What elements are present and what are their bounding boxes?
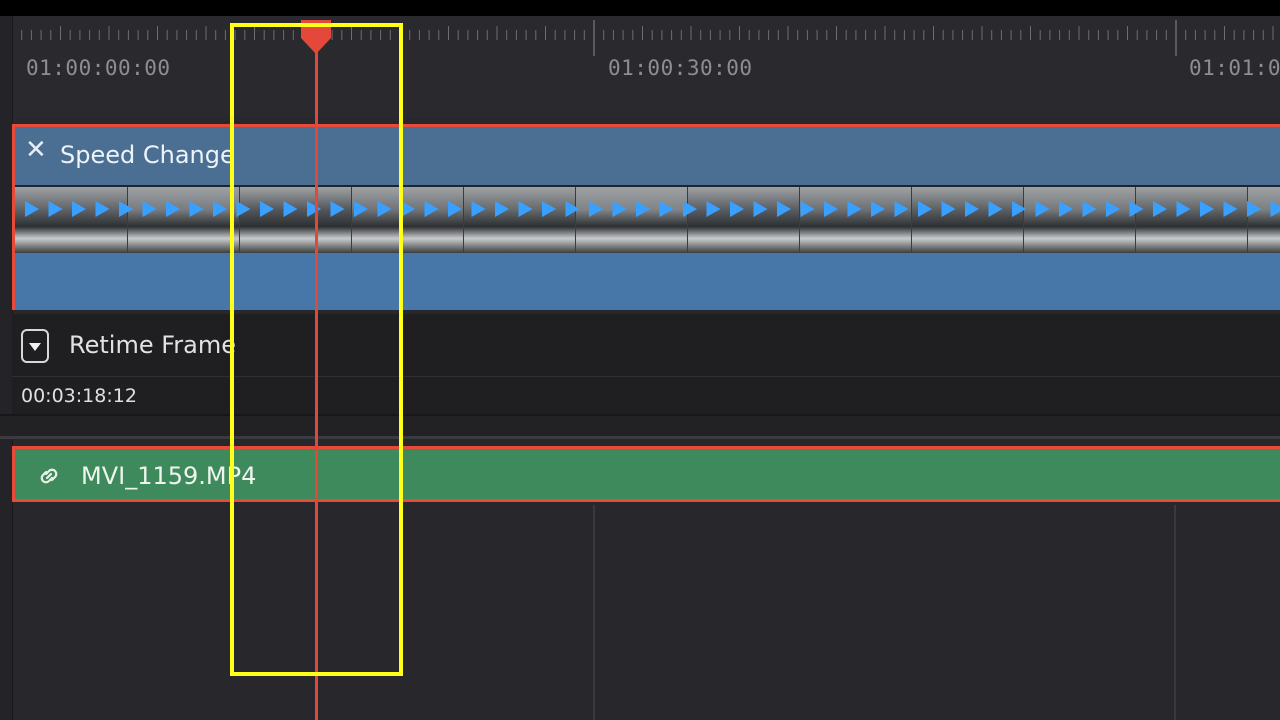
speed-arrow xyxy=(565,201,580,217)
speed-arrow xyxy=(800,201,815,217)
speed-arrow xyxy=(730,201,744,217)
speed-arrow xyxy=(612,201,627,217)
timeline-ruler[interactable]: 01:00:00:00 01:00:30:00 01:01:00:00 xyxy=(0,16,1280,118)
speed-arrow xyxy=(941,201,956,217)
grid-line xyxy=(593,505,595,720)
speed-arrow xyxy=(659,201,674,217)
clip-thumbnail xyxy=(1247,187,1280,253)
speed-arrow xyxy=(988,201,1003,217)
speed-arrow xyxy=(1035,201,1050,217)
speed-arrow xyxy=(189,201,204,217)
clip-thumbnail xyxy=(463,187,576,253)
speed-arrow xyxy=(589,201,603,217)
speed-arrow xyxy=(542,201,556,217)
speed-arrow xyxy=(636,201,650,217)
speed-arrow xyxy=(753,201,768,217)
speed-arrow xyxy=(48,201,63,217)
chevron-down-icon[interactable] xyxy=(21,329,49,363)
retime-timecode: 00:03:18:12 xyxy=(21,385,137,407)
retime-frame-label: Retime Frame xyxy=(69,331,236,359)
close-icon[interactable]: ✕ xyxy=(25,135,47,165)
speed-arrow xyxy=(1106,201,1120,217)
speed-arrow xyxy=(1082,201,1097,217)
speed-change-header[interactable]: ✕ Speed Change xyxy=(15,127,1280,187)
clip-thumbnail xyxy=(575,187,688,253)
speed-arrow xyxy=(1223,201,1238,217)
speed-arrow xyxy=(424,201,439,217)
speed-arrow xyxy=(894,201,909,217)
speed-arrow xyxy=(1059,201,1073,217)
speed-arrow xyxy=(824,201,838,217)
link-icon xyxy=(40,468,58,484)
clip-thumbnail xyxy=(127,187,240,253)
speed-arrow xyxy=(1247,201,1261,217)
speed-arrow xyxy=(1129,201,1144,217)
grid-line xyxy=(1174,505,1176,720)
speed-clip-body[interactable] xyxy=(15,253,1280,310)
speed-arrow xyxy=(871,201,885,217)
audio-clip[interactable]: MVI_1159.MP4 xyxy=(12,446,1280,502)
speed-arrow xyxy=(25,201,39,217)
speed-arrow xyxy=(401,201,415,217)
speed-arrow xyxy=(1012,201,1026,217)
video-clip-speed-change[interactable]: ✕ Speed Change xyxy=(12,124,1280,310)
highlight-box xyxy=(230,23,403,676)
retime-controls: Retime Frame 00:03:18:12 xyxy=(12,314,1280,414)
clip-thumbnail xyxy=(1023,187,1136,253)
speed-arrow xyxy=(471,201,486,217)
speed-arrows xyxy=(25,201,1280,217)
speed-arrow xyxy=(918,201,932,217)
speed-arrow xyxy=(518,201,533,217)
speed-arrow xyxy=(166,201,180,217)
speed-arrow xyxy=(72,201,86,217)
ruler-timecode-30s: 01:00:30:00 xyxy=(608,56,753,80)
top-bar xyxy=(0,0,1280,16)
speed-arrow xyxy=(142,201,157,217)
speed-arrow xyxy=(1270,201,1280,217)
speed-arrow xyxy=(448,201,462,217)
speed-arrow xyxy=(495,201,509,217)
speed-arrow xyxy=(777,201,791,217)
speed-arrow xyxy=(1200,201,1214,217)
ruler-timecode-1m: 01:01:00:00 xyxy=(1189,56,1280,80)
retime-frame-row: Retime Frame xyxy=(12,314,1280,377)
speed-arrow xyxy=(213,201,227,217)
speed-arrow xyxy=(847,201,862,217)
ruler-timecode-start: 01:00:00:00 xyxy=(26,56,171,80)
speed-arrow xyxy=(683,201,697,217)
speed-change-title: Speed Change xyxy=(60,141,235,169)
clip-thumbnail xyxy=(911,187,1024,253)
clip-thumbnail xyxy=(687,187,800,253)
clip-thumbnail xyxy=(1135,187,1248,253)
clip-thumbnail xyxy=(15,187,128,253)
speed-arrow xyxy=(965,201,979,217)
speed-arrow xyxy=(1153,201,1167,217)
track-separator xyxy=(0,414,1280,438)
speed-arrow xyxy=(1176,201,1191,217)
speed-arrow xyxy=(706,201,721,217)
track-divider[interactable] xyxy=(0,436,1280,439)
speed-arrow xyxy=(95,201,110,217)
clip-thumbnails xyxy=(15,187,1280,253)
ruler-ticks xyxy=(11,20,1274,56)
timeline-panel: 01:00:00:00 01:00:30:00 01:01:00:00 ✕ Sp… xyxy=(0,0,1280,720)
speed-arrow xyxy=(119,201,133,217)
clip-thumbnail xyxy=(799,187,912,253)
